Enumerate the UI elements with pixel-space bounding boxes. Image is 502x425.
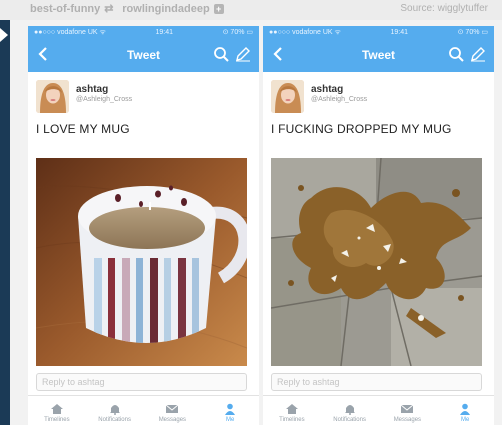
tab-label: Notifications xyxy=(98,417,131,423)
envelope-icon xyxy=(166,404,179,413)
status-time: 19:41 xyxy=(390,28,409,36)
sidebar-notch xyxy=(0,28,8,42)
tab-me[interactable]: Me xyxy=(201,396,259,425)
home-icon xyxy=(50,404,63,414)
status-bar: ●●○○○ vodafone UK ᯤ 19:41 ⊙ 70% ▭ xyxy=(28,26,259,38)
tab-label: Timelines xyxy=(44,417,70,423)
tab-bar: Timelines Notifications Messages Me xyxy=(263,395,494,425)
tweet-author: ashtag @Ashleigh_Cross xyxy=(263,72,494,120)
reblogger-link[interactable]: rowlingindadeep xyxy=(122,3,209,15)
tab-label: Timelines xyxy=(279,417,305,423)
nav-bar: Tweet xyxy=(263,38,494,72)
carrier-label: ●●○○○ vodafone UK ᯤ xyxy=(269,28,341,36)
username[interactable]: @Ashleigh_Cross xyxy=(76,96,132,103)
tab-timelines[interactable]: Timelines xyxy=(263,396,321,425)
reblog-trail: best-of-funny ⇄ rowlingindadeep + xyxy=(30,3,224,15)
reblog-source-link[interactable]: best-of-funny xyxy=(30,3,100,15)
tweet-photo-spill[interactable] xyxy=(271,158,482,366)
tab-label: Notifications xyxy=(333,417,366,423)
bell-icon xyxy=(109,405,120,415)
person-icon xyxy=(225,403,236,415)
tab-messages[interactable]: Messages xyxy=(144,396,202,425)
envelope-icon xyxy=(401,404,414,413)
nav-bar: Tweet xyxy=(28,38,259,72)
tab-label: Messages xyxy=(158,417,187,423)
tab-notifications[interactable]: Notifications xyxy=(321,396,379,425)
reply-input[interactable]: Reply to ashtag xyxy=(271,373,482,391)
display-name[interactable]: ashtag xyxy=(76,84,108,95)
battery-indicator: ⊙ 70% ▭ xyxy=(457,29,488,36)
tab-label: Me xyxy=(225,417,235,423)
tab-messages[interactable]: Messages xyxy=(379,396,437,425)
search-icon[interactable] xyxy=(213,46,229,62)
source-link[interactable]: Source: wigglytuffer xyxy=(400,3,488,14)
reblog-icon: ⇄ xyxy=(104,3,114,15)
tweet-text: I LOVE MY MUG xyxy=(36,122,130,136)
tweet-text: I FUCKING DROPPED MY MUG xyxy=(271,122,452,136)
reply-input[interactable]: Reply to ashtag xyxy=(36,373,247,391)
compose-icon[interactable] xyxy=(470,46,486,62)
person-icon xyxy=(460,403,471,415)
avatar[interactable] xyxy=(36,80,69,113)
post-header: best-of-funny ⇄ rowlingindadeep + Source… xyxy=(0,0,502,20)
bell-icon xyxy=(344,405,355,415)
tab-label: Me xyxy=(460,417,470,423)
carrier-label: ●●○○○ vodafone UK ᯤ xyxy=(34,28,106,36)
battery-indicator: ⊙ 70% ▭ xyxy=(222,29,253,36)
home-icon xyxy=(285,404,298,414)
avatar[interactable] xyxy=(271,80,304,113)
phone-screenshot-left: ●●○○○ vodafone UK ᯤ 19:41 ⊙ 70% ▭ Tweet … xyxy=(28,26,259,425)
tab-me[interactable]: Me xyxy=(436,396,494,425)
status-time: 19:41 xyxy=(155,28,174,36)
username[interactable]: @Ashleigh_Cross xyxy=(311,96,367,103)
compose-icon[interactable] xyxy=(235,46,251,62)
tweet-author: ashtag @Ashleigh_Cross xyxy=(28,72,259,120)
follow-plus-icon[interactable]: + xyxy=(213,4,224,14)
phone-screenshot-right: ●●○○○ vodafone UK ᯤ 19:41 ⊙ 70% ▭ Tweet … xyxy=(263,26,494,425)
tab-notifications[interactable]: Notifications xyxy=(86,396,144,425)
tab-label: Messages xyxy=(393,417,422,423)
sidebar-stripe xyxy=(0,20,10,425)
display-name[interactable]: ashtag xyxy=(311,84,343,95)
tab-timelines[interactable]: Timelines xyxy=(28,396,86,425)
tab-bar: Timelines Notifications Messages Me xyxy=(28,395,259,425)
status-bar: ●●○○○ vodafone UK ᯤ 19:41 ⊙ 70% ▭ xyxy=(263,26,494,38)
search-icon[interactable] xyxy=(448,46,464,62)
tweet-photo-mug[interactable] xyxy=(36,158,247,366)
